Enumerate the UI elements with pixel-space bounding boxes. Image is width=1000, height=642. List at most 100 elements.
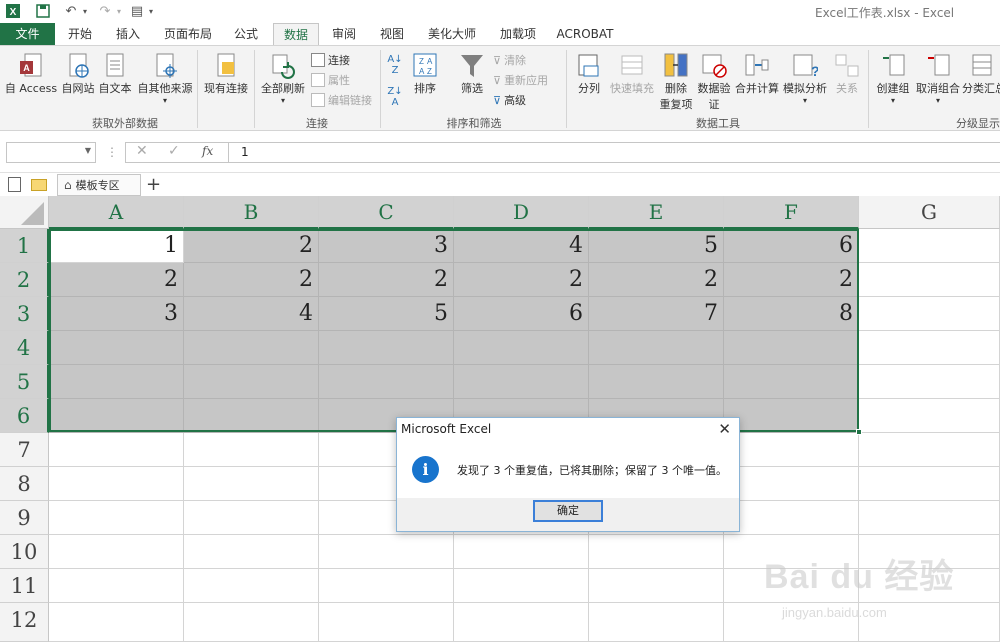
cell-g1[interactable]	[859, 229, 1000, 263]
cell-f7[interactable]	[724, 433, 859, 467]
cell-b8[interactable]	[184, 467, 319, 501]
print-icon[interactable]: ▤	[128, 2, 146, 20]
row-header-8[interactable]: 8	[0, 467, 49, 501]
insert-function-icon[interactable]: fx	[202, 144, 213, 158]
cell-a6[interactable]	[49, 399, 184, 433]
cell-c1[interactable]: 3	[319, 229, 454, 263]
cell-c2[interactable]: 2	[319, 263, 454, 297]
tab-addins[interactable]: 加载项	[494, 23, 542, 45]
tab-page-layout[interactable]: 页面布局	[158, 23, 218, 45]
cell-g6[interactable]	[859, 399, 1000, 433]
column-header-e[interactable]: E	[589, 196, 724, 229]
cell-e3[interactable]: 7	[589, 297, 724, 331]
row-header-11[interactable]: 11	[0, 569, 49, 603]
advanced-filter-button[interactable]: ⊽ 高级	[493, 92, 526, 108]
new-file-icon[interactable]	[8, 177, 21, 192]
cell-b9[interactable]	[184, 501, 319, 535]
redo-icon[interactable]: ↷	[96, 2, 114, 20]
cell-f2[interactable]: 2	[724, 263, 859, 297]
row-header-9[interactable]: 9	[0, 501, 49, 535]
cell-b7[interactable]	[184, 433, 319, 467]
cell-b3[interactable]: 4	[184, 297, 319, 331]
cell-g4[interactable]	[859, 331, 1000, 365]
ok-button[interactable]: 确定	[533, 500, 603, 522]
cell-b11[interactable]	[184, 569, 319, 603]
cell-d5[interactable]	[454, 365, 589, 399]
add-tab-button[interactable]: +	[146, 174, 161, 195]
cell-a10[interactable]	[49, 535, 184, 569]
cell-a4[interactable]	[49, 331, 184, 365]
tab-data[interactable]: 数据	[273, 23, 319, 46]
from-web-button[interactable]: 自网站	[60, 52, 96, 96]
cell-a11[interactable]	[49, 569, 184, 603]
cell-c3[interactable]: 5	[319, 297, 454, 331]
row-header-10[interactable]: 10	[0, 535, 49, 569]
cell-d1[interactable]: 4	[454, 229, 589, 263]
row-header-12[interactable]: 12	[0, 603, 49, 642]
row-header-1[interactable]: 1	[0, 229, 49, 263]
name-box[interactable]: ▼	[6, 142, 96, 163]
cell-e5[interactable]	[589, 365, 724, 399]
cell-d2[interactable]: 2	[454, 263, 589, 297]
what-if-analysis-button[interactable]: ? 模拟分析 ▾	[782, 52, 828, 105]
cell-d4[interactable]	[454, 331, 589, 365]
cell-e1[interactable]: 5	[589, 229, 724, 263]
remove-duplicates-button[interactable]: 删除 重复项	[656, 52, 696, 112]
cell-b5[interactable]	[184, 365, 319, 399]
cell-d3[interactable]: 6	[454, 297, 589, 331]
qat-customize-icon[interactable]: ▾	[146, 2, 156, 20]
cell-b1[interactable]: 2	[184, 229, 319, 263]
column-header-d[interactable]: D	[454, 196, 589, 229]
cell-a12[interactable]	[49, 603, 184, 642]
dialog-close-icon[interactable]: ✕	[718, 420, 731, 438]
formula-input[interactable]: 1	[228, 142, 1000, 163]
cell-a3[interactable]: 3	[49, 297, 184, 331]
cell-f5[interactable]	[724, 365, 859, 399]
flash-fill-button[interactable]: 快速填充	[608, 52, 656, 96]
from-access-button[interactable]: A 自 Access	[3, 52, 59, 96]
cell-f9[interactable]	[724, 501, 859, 535]
cell-g5[interactable]	[859, 365, 1000, 399]
cell-e12[interactable]	[589, 603, 724, 642]
sort-az-icon[interactable]: A↓ Z	[385, 54, 405, 76]
cell-g9[interactable]	[859, 501, 1000, 535]
from-other-sources-button[interactable]: 自其他来源 ▾	[136, 52, 194, 105]
cell-c5[interactable]	[319, 365, 454, 399]
cell-f6[interactable]	[724, 399, 859, 433]
template-zone-tab[interactable]: ⌂ 模板专区	[57, 174, 141, 196]
cell-b12[interactable]	[184, 603, 319, 642]
clear-filter-button[interactable]: ⊽ 清除	[493, 52, 526, 68]
cell-e11[interactable]	[589, 569, 724, 603]
column-header-g[interactable]: G	[859, 196, 1000, 229]
cell-a2[interactable]: 2	[49, 263, 184, 297]
cell-c4[interactable]	[319, 331, 454, 365]
undo-dropdown-icon[interactable]: ▾	[80, 2, 90, 20]
column-header-a[interactable]: A	[49, 196, 184, 229]
text-to-columns-button[interactable]: 分列	[572, 52, 606, 96]
row-header-5[interactable]: 5	[0, 365, 49, 399]
connections-button[interactable]: 连接	[311, 52, 350, 68]
properties-button[interactable]: 属性	[311, 72, 350, 88]
cell-g7[interactable]	[859, 433, 1000, 467]
ungroup-button[interactable]: 取消组合 ▾	[914, 52, 962, 105]
row-header-4[interactable]: 4	[0, 331, 49, 365]
row-header-6[interactable]: 6	[0, 399, 49, 433]
from-text-button[interactable]: 自文本	[97, 52, 133, 96]
group-button[interactable]: 创建组 ▾	[874, 52, 912, 105]
cell-e2[interactable]: 2	[589, 263, 724, 297]
cell-a1[interactable]: 1	[49, 229, 184, 263]
cell-e4[interactable]	[589, 331, 724, 365]
undo-icon[interactable]: ↶	[62, 2, 80, 20]
name-box-dropdown-icon[interactable]: ▼	[85, 146, 91, 155]
tab-formulas[interactable]: 公式	[228, 23, 264, 45]
reapply-button[interactable]: ⊽ 重新应用	[493, 72, 548, 88]
column-header-f[interactable]: F	[724, 196, 859, 229]
cancel-icon[interactable]: ✕	[136, 143, 148, 159]
data-validation-button[interactable]: 数据验 证	[694, 52, 734, 112]
filter-button[interactable]: 筛选	[455, 52, 489, 96]
sort-za-icon[interactable]: Z↓ A	[385, 86, 405, 108]
cell-b6[interactable]	[184, 399, 319, 433]
column-header-c[interactable]: C	[319, 196, 454, 229]
cell-a8[interactable]	[49, 467, 184, 501]
cell-d10[interactable]	[454, 535, 589, 569]
